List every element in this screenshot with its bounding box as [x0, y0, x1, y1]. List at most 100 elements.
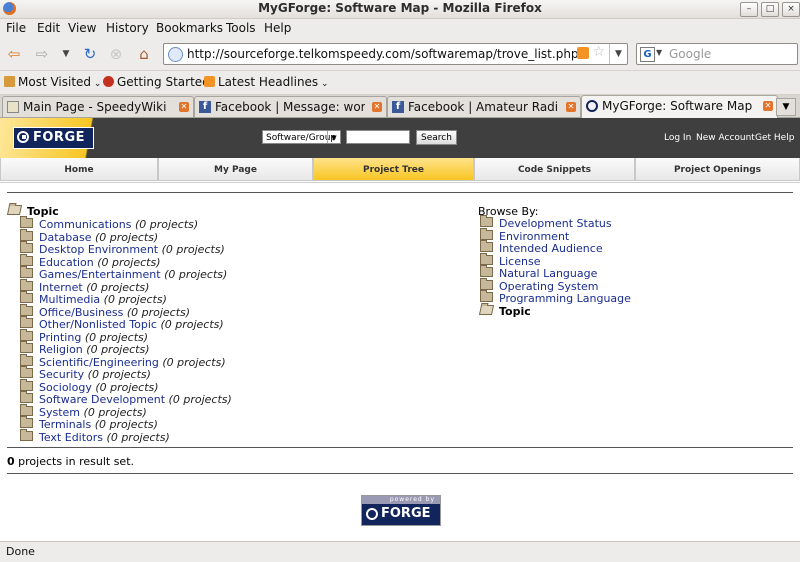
menu-file[interactable]: File — [6, 21, 26, 35]
search-engine-dropdown-icon[interactable]: ▼ — [656, 48, 662, 57]
folder-icon — [20, 391, 33, 403]
menu-history[interactable]: History — [106, 21, 149, 35]
new-account-link[interactable]: New Account — [696, 133, 755, 143]
get-help-link[interactable]: Get Help — [755, 133, 794, 143]
tab-close-icon[interactable]: ✕ — [566, 102, 576, 112]
site-identity-icon[interactable] — [168, 47, 183, 62]
tab-close-icon[interactable]: ✕ — [372, 102, 382, 112]
minimize-button[interactable]: – — [740, 2, 758, 17]
browse-by-link[interactable]: Intended Audience — [499, 242, 603, 255]
getting-started-icon — [103, 76, 114, 87]
nav-code-snippets[interactable]: Code Snippets — [474, 158, 635, 181]
back-icon[interactable]: ⇦ — [4, 45, 24, 63]
nav-my-page[interactable]: My Page — [158, 158, 313, 181]
category-row: Education (0 projects) — [20, 253, 161, 269]
browse-by-link[interactable]: License — [499, 255, 540, 268]
url-text[interactable]: http://sourceforge.telkomspeedy.com/soft… — [187, 47, 579, 61]
gforge-logo[interactable]: FORGE — [13, 127, 94, 149]
search-placeholder[interactable]: Google — [669, 47, 711, 61]
category-link[interactable]: Internet — [39, 281, 83, 294]
rss-feed-icon[interactable] — [577, 47, 589, 59]
tab-list-dropdown-icon[interactable]: ▼ — [776, 98, 796, 116]
category-row: Terminals (0 projects) — [20, 416, 158, 431]
login-link[interactable]: Log In — [664, 133, 691, 143]
tab-close-icon[interactable]: ✕ — [179, 102, 189, 112]
category-link[interactable]: Database — [39, 231, 92, 244]
search-bar[interactable]: G ▼ Google — [636, 43, 798, 65]
category-link[interactable]: System — [39, 406, 80, 419]
category-link[interactable]: Sociology — [39, 381, 92, 394]
tab-facebook-amateur-radio[interactable]: f Facebook | Amateur Radio ✕ — [387, 96, 581, 117]
project-count: (0 projects) — [84, 330, 149, 344]
forward-icon[interactable]: ⇨ — [32, 45, 52, 63]
close-button[interactable]: × — [782, 2, 800, 17]
browse-by-link[interactable]: Natural Language — [499, 267, 597, 280]
history-dropdown-icon[interactable]: ▼ — [56, 45, 76, 63]
project-count: (0 projects) — [86, 280, 150, 294]
url-bar[interactable]: http://sourceforge.telkomspeedy.com/soft… — [163, 43, 628, 65]
folder-icon — [20, 378, 33, 391]
site-search-input[interactable] — [346, 130, 410, 144]
category-link[interactable]: Communications — [39, 218, 131, 231]
category-link[interactable]: Religion — [39, 343, 83, 356]
category-link[interactable]: Text Editors — [39, 431, 103, 444]
nav-project-tree[interactable]: Project Tree — [313, 158, 474, 181]
category-link[interactable]: Other/Nonlisted Topic — [39, 318, 157, 331]
category-link[interactable]: Scientific/Engineering — [39, 356, 159, 369]
menu-bookmarks[interactable]: Bookmarks — [156, 21, 223, 35]
category-link[interactable]: Security — [39, 368, 84, 381]
folder-icon — [20, 266, 33, 278]
folder-icon — [20, 328, 33, 341]
category-link[interactable]: Desktop Environment — [39, 243, 158, 256]
category-link[interactable]: Education — [39, 256, 94, 269]
project-count: (0 projects) — [83, 405, 147, 419]
category-link[interactable]: Terminals — [39, 418, 91, 431]
home-icon[interactable]: ⌂ — [134, 45, 154, 63]
category-link[interactable]: Games/Entertainment — [39, 268, 161, 281]
category-link[interactable]: Multimedia — [39, 293, 100, 306]
bookmark-star-icon[interactable]: ☆ — [592, 44, 605, 60]
browse-by-link[interactable]: Programming Language — [499, 292, 631, 305]
google-icon[interactable]: G — [640, 47, 655, 62]
tab-facebook-message[interactable]: f Facebook | Message: works... ✕ — [194, 96, 387, 117]
folder-icon — [480, 277, 493, 290]
folder-icon — [20, 353, 33, 366]
browse-by-row: License — [480, 252, 540, 268]
menu-tools[interactable]: Tools — [226, 21, 256, 35]
menu-view[interactable]: View — [68, 21, 96, 35]
site-nav: Home My Page Project Tree Code Snippets … — [0, 158, 800, 183]
category-link[interactable]: Software Development — [39, 393, 165, 406]
middle-divider — [7, 447, 793, 448]
url-dropdown-icon[interactable]: ▼ — [609, 44, 627, 64]
tab-speedywiki[interactable]: Main Page - SpeedyWiki ✕ — [2, 96, 194, 117]
browse-by-link[interactable]: Environment — [499, 230, 569, 243]
search-scope-select[interactable]: Software/Group ▼ — [262, 130, 341, 144]
folder-icon — [480, 227, 493, 240]
site-search-button[interactable]: Search — [416, 130, 457, 145]
bookmark-getting-started[interactable]: Getting Started — [103, 75, 210, 89]
category-link[interactable]: Printing — [39, 331, 81, 344]
nav-project-openings[interactable]: Project Openings — [635, 158, 800, 181]
category-link[interactable]: Office/Business — [39, 306, 123, 319]
bookmark-most-visited[interactable]: Most Visited ⌄ — [4, 75, 101, 89]
category-row: Security (0 projects) — [20, 366, 151, 381]
gforge-mark-icon — [17, 131, 29, 143]
reload-icon[interactable]: ↻ — [80, 45, 100, 63]
project-count: (0 projects) — [161, 243, 225, 256]
stop-icon[interactable]: ⊗ — [106, 45, 126, 63]
menu-edit[interactable]: Edit — [37, 21, 60, 35]
menu-help[interactable]: Help — [264, 21, 291, 35]
tab-close-icon[interactable]: ✕ — [763, 101, 773, 111]
powered-by-logo[interactable]: powered by FORGE — [361, 495, 441, 526]
window-titlebar: MyGForge: Software Map - Mozilla Firefox… — [0, 0, 800, 19]
tab-mygforge[interactable]: MyGForge: Software Map ✕ — [581, 95, 778, 118]
browse-by-link[interactable]: Operating System — [499, 280, 599, 293]
project-count: (0 projects) — [94, 418, 158, 431]
folder-icon — [20, 416, 33, 428]
project-count: (0 projects) — [95, 230, 159, 244]
current-browse-label: Topic — [499, 304, 531, 318]
bookmark-latest-headlines[interactable]: Latest Headlines ⌄ — [204, 75, 329, 89]
browse-by-link[interactable]: Development Status — [499, 217, 612, 230]
nav-home[interactable]: Home — [0, 158, 158, 181]
maximize-button[interactable]: □ — [761, 2, 779, 17]
